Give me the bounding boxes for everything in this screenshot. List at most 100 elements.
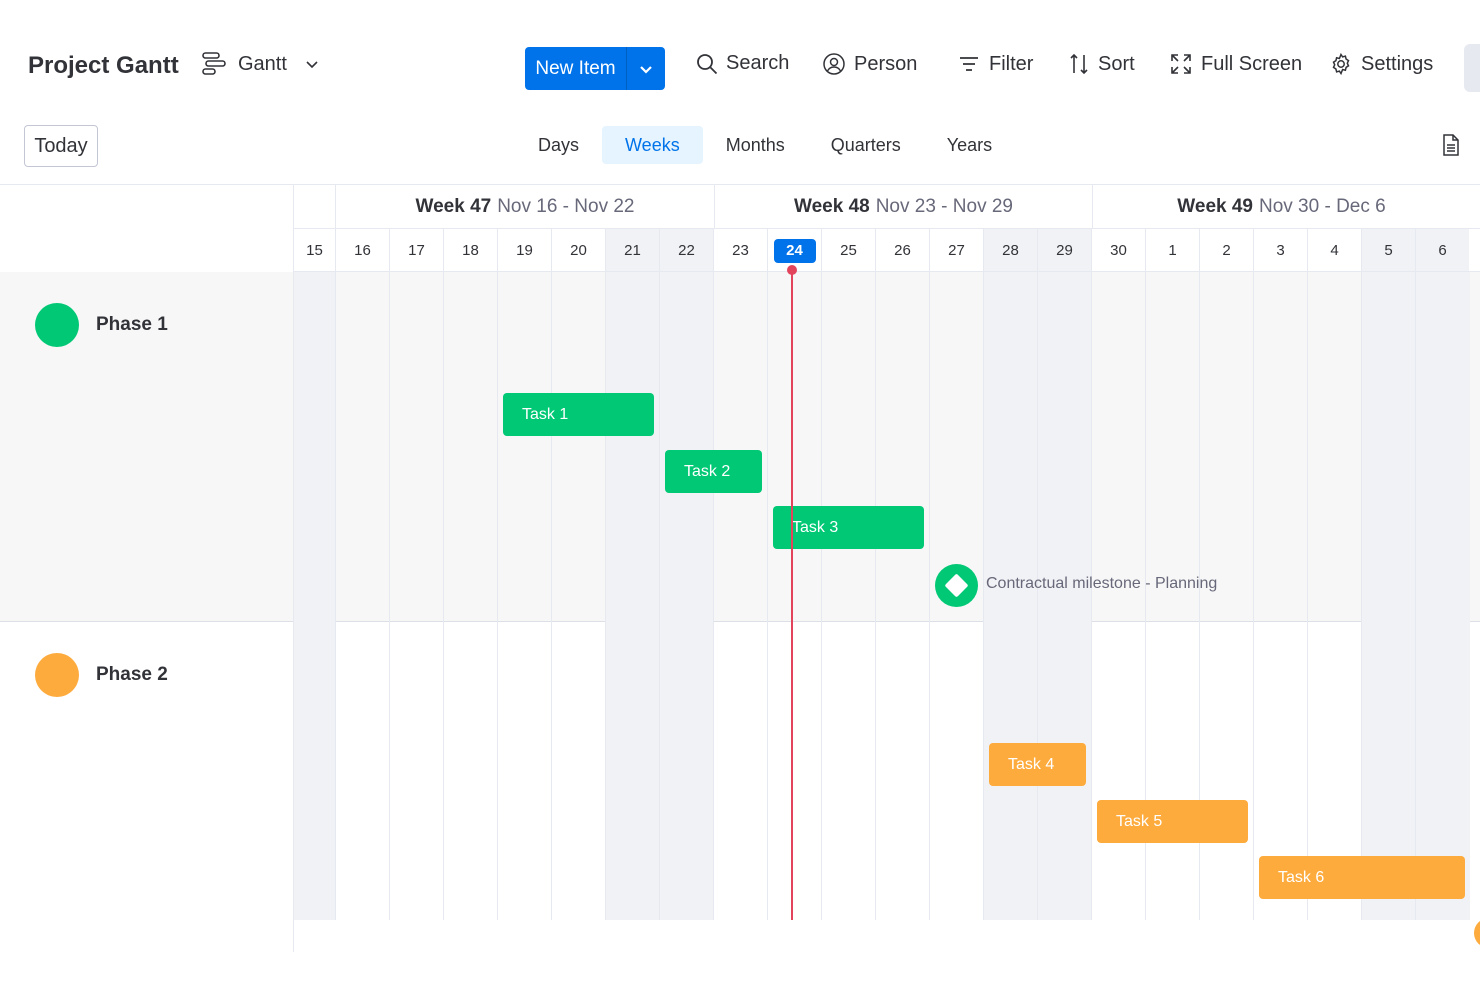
milestone-marker[interactable]: [935, 564, 978, 607]
grid-column: [293, 272, 335, 920]
person-filter-button[interactable]: Person: [822, 52, 917, 76]
gear-icon: [1332, 52, 1350, 76]
grid-column: [1037, 272, 1091, 920]
page-title: Project Gantt: [28, 52, 179, 79]
person-label: Person: [854, 52, 918, 75]
day-cell: 29: [1037, 229, 1091, 272]
search-icon: [697, 53, 718, 74]
grid-column: [659, 272, 713, 920]
day-cell: 27: [929, 229, 983, 272]
fullscreen-label: Full Screen: [1201, 52, 1303, 75]
phase-2-name[interactable]: Phase 2: [96, 664, 168, 686]
week-label: Week 48: [794, 196, 870, 217]
sort-icon: [1070, 53, 1088, 75]
task-bar-5[interactable]: Task 5: [1097, 800, 1248, 843]
tab-weeks[interactable]: Weeks: [602, 126, 703, 164]
day-cell: 1: [1145, 229, 1199, 272]
week-header-48: Week 48 Nov 23 - Nov 29: [714, 185, 1092, 229]
day-cell: 4: [1307, 229, 1361, 272]
week-header-49: Week 49 Nov 30 - Dec 6: [1092, 185, 1470, 229]
grid-column: [1415, 272, 1470, 920]
milestone-label: Contractual milestone - Planning: [986, 575, 1218, 592]
view-switcher-label: Gantt: [238, 52, 287, 75]
day-cell: 21: [605, 229, 659, 272]
fullscreen-icon: [1171, 54, 1191, 74]
day-cell: 20: [551, 229, 605, 272]
grid-column: [497, 272, 551, 920]
diamond-icon: [944, 573, 969, 598]
chevron-down-icon: [306, 61, 318, 69]
grid-column: [335, 272, 389, 920]
grid-column: [1253, 272, 1307, 920]
day-cell: 30: [1091, 229, 1145, 272]
sort-button[interactable]: Sort: [1068, 52, 1135, 76]
scroll-indicator[interactable]: [1474, 918, 1480, 948]
today-line: [791, 270, 793, 920]
gantt-icon: [202, 52, 226, 75]
grid-column: [983, 272, 1037, 920]
settings-button[interactable]: Settings: [1329, 52, 1433, 76]
day-cell: 22: [659, 229, 713, 272]
week-label: Week 49: [1177, 196, 1253, 217]
grid-column: [875, 272, 929, 920]
tab-quarters[interactable]: Quarters: [808, 126, 924, 164]
day-cell: 3: [1253, 229, 1307, 272]
day-cell: 5: [1361, 229, 1415, 272]
filter-button[interactable]: Filter: [957, 52, 1033, 76]
day-cell: 18: [443, 229, 497, 272]
week-range: Nov 30 - Dec 6: [1258, 196, 1386, 217]
task-bar-2[interactable]: Task 2: [665, 450, 762, 493]
week-range: Nov 16 - Nov 22: [497, 196, 635, 217]
grid-column: [1361, 272, 1415, 920]
today-day-badge: 24: [773, 238, 816, 263]
day-cell: 17: [389, 229, 443, 272]
task-bar-4[interactable]: Task 4: [989, 743, 1086, 786]
day-cell: 26: [875, 229, 929, 272]
today-line-dot: [787, 265, 797, 275]
new-item-button[interactable]: New Item: [525, 47, 665, 90]
tab-years[interactable]: Years: [924, 126, 1015, 164]
task-bar-6[interactable]: Task 6: [1259, 856, 1465, 899]
filter-icon: [960, 57, 978, 71]
phase-2-color-dot: [35, 653, 79, 697]
chevron-down-icon: [640, 65, 652, 74]
fullscreen-button[interactable]: Full Screen: [1169, 52, 1302, 76]
more-button[interactable]: [1464, 44, 1480, 92]
grid-column: [821, 272, 875, 920]
person-icon: [823, 53, 845, 75]
sort-label: Sort: [1098, 52, 1135, 75]
day-cell: 16: [335, 229, 389, 272]
grid-column: [551, 272, 605, 920]
search-button[interactable]: Search: [696, 52, 789, 75]
grid-column: [1307, 272, 1361, 920]
search-label: Search: [726, 52, 790, 74]
new-item-dropdown[interactable]: [627, 47, 665, 90]
grid-column: [713, 272, 767, 920]
tab-days[interactable]: Days: [515, 126, 602, 164]
day-cell: 6: [1415, 229, 1469, 272]
tab-months[interactable]: Months: [703, 126, 808, 164]
day-cell: 19: [497, 229, 551, 272]
filter-label: Filter: [989, 52, 1034, 75]
time-scale-tabs: Days Weeks Months Quarters Years: [515, 126, 1015, 164]
grid-column: [443, 272, 497, 920]
grid-column: [605, 272, 659, 920]
task-bar-1[interactable]: Task 1: [503, 393, 654, 436]
day-cell: 23: [713, 229, 767, 272]
week-label: Week 47: [415, 196, 492, 217]
grid-column: [767, 272, 821, 920]
settings-label: Settings: [1361, 52, 1434, 75]
week-range: Nov 23 - Nov 29: [875, 196, 1013, 217]
task-bar-3[interactable]: Task 3: [773, 506, 924, 549]
view-switcher[interactable]: Gantt: [200, 50, 319, 78]
new-item-label[interactable]: New Item: [525, 47, 627, 90]
grid-column: [389, 272, 443, 920]
day-cell: 28: [983, 229, 1037, 272]
today-button[interactable]: Today: [24, 125, 98, 167]
phase-1-name[interactable]: Phase 1: [96, 314, 168, 336]
day-cell: 15: [293, 229, 335, 272]
export-icon[interactable]: [1441, 134, 1461, 156]
grid-bottom-border: [293, 920, 294, 952]
day-cell: 25: [821, 229, 875, 272]
week-header-47: Week 47 Nov 16 - Nov 22: [335, 185, 714, 229]
